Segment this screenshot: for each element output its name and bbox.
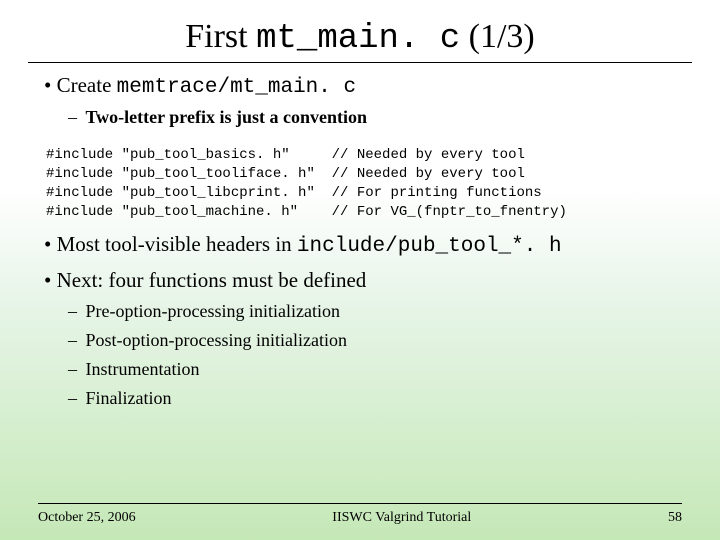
bullet-create: Create memtrace/mt_main. c [44,73,692,99]
footer-center: IISWC Valgrind Tutorial [332,510,471,526]
slide-title: First mt_main. c (1/3) [28,18,692,58]
bullet1-code: memtrace/mt_main. c [117,76,356,99]
sub-bullet-instrumentation: Instrumentation [86,359,692,380]
bullet2-prefix: Most tool-visible headers in [57,232,297,256]
sub-bullet-finalization: Finalization [86,388,692,409]
bullet-next: Next: four functions must be defined [44,268,692,293]
title-code: mt_main. c [256,20,460,58]
bullet1-prefix: Create [57,73,117,97]
bullet-headers: Most tool-visible headers in include/pub… [44,232,692,258]
code-includes: #include "pub_tool_basics. h" // Needed … [46,146,692,222]
title-suffix: (1/3) [460,18,535,55]
footer-date: October 25, 2006 [38,510,136,526]
sub-bullet-post-option: Post-option-processing initialization [86,330,692,351]
sub-bullet-prefix-convention: Two-letter prefix is just a convention [86,107,692,128]
footer-divider [38,503,682,504]
bullet2-code: include/pub_tool_*. h [297,235,562,258]
sub-bullet-pre-option: Pre-option-processing initialization [86,301,692,322]
slide-footer: October 25, 2006 IISWC Valgrind Tutorial… [0,503,720,526]
footer-page: 58 [668,510,682,526]
title-prefix: First [185,18,256,55]
title-divider [28,62,692,63]
